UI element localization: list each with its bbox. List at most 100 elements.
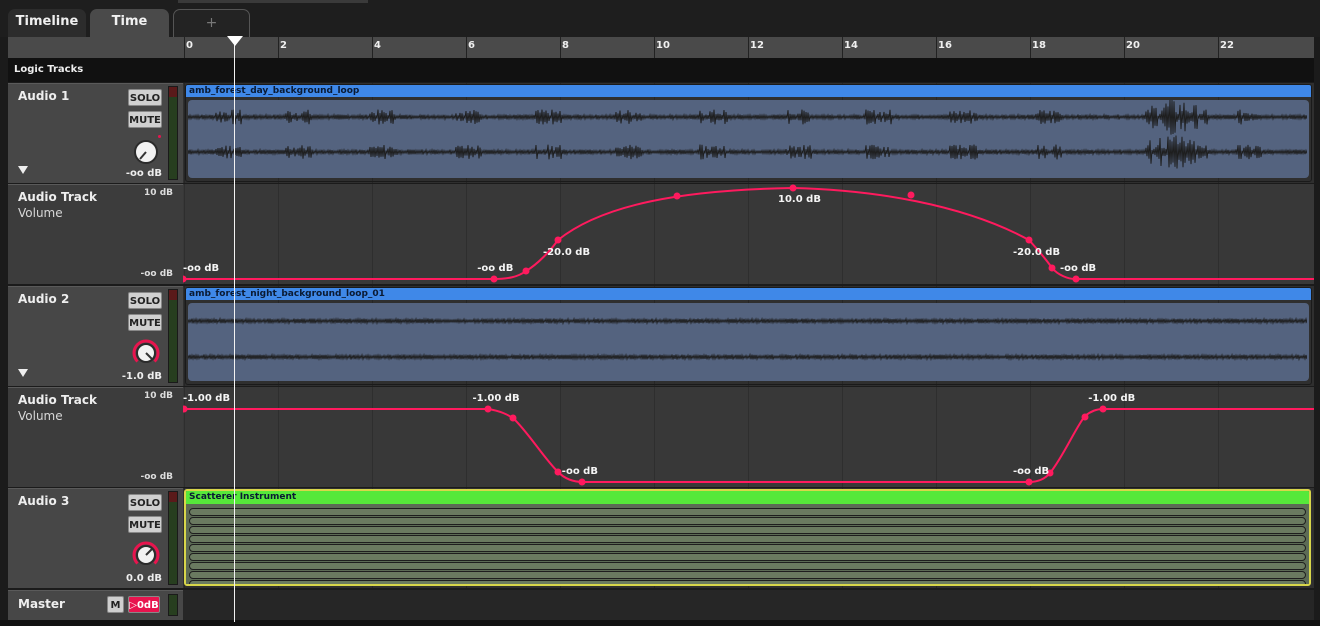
add-tab-button[interactable]: + [173,9,250,37]
instrument-sub-lane [189,535,1306,543]
instrument-sub-lane [189,517,1306,525]
grid-line [372,590,373,620]
playhead-marker-icon[interactable] [227,36,243,46]
instrument-sub-lane [189,526,1306,534]
instrument-clip[interactable]: Scatterer Instrument [184,489,1311,586]
logic-tracks-label: Logic Tracks [14,64,84,75]
mute-button[interactable]: MUTE [128,516,162,533]
ruler-tick-label: 22 [1220,40,1234,51]
automation-name: Audio Track [18,190,97,204]
master-volume-button[interactable]: ▷0dB [128,596,160,613]
instrument-sub-lane [189,580,1306,584]
ruler-tick-label: 4 [374,40,381,51]
instrument-sub-lane [189,508,1306,516]
level-meter [168,86,178,180]
volume-knob[interactable] [132,339,160,367]
ruler-tick-label: 18 [1032,40,1046,51]
automation-lane-audio-2[interactable]: -1.00 dB -1.00 dB -oo dB -oo dB -1.00 dB [183,387,1314,487]
waveform-area [188,100,1309,178]
grid-line [560,590,561,620]
solo-button[interactable]: SOLO [128,292,162,309]
track-lane-audio-2[interactable]: amb_forest_night_background_loop_01 [183,286,1314,386]
playhead-line[interactable] [234,37,235,622]
automation-point-label: -1.00 dB [1088,393,1135,404]
tab-timeline[interactable]: Timeline [8,9,86,37]
solo-button[interactable]: SOLO [128,494,162,511]
ruler-tick [748,37,749,58]
track-name: Audio 1 [18,89,70,103]
automation-header-audio-2[interactable]: Audio Track Volume 10 dB -oo dB [8,387,183,487]
automation-point-label: -oo dB [183,263,219,274]
grid-line [748,590,749,620]
ruler-tick-label: 6 [468,40,475,51]
automation-header-audio-1[interactable]: Audio Track Volume 10 dB -oo dB [8,184,183,284]
automation-min: -oo dB [140,269,173,279]
clip-title: amb_forest_night_background_loop_01 [186,288,1311,300]
ruler-tick [1030,37,1031,58]
track-name: Audio 2 [18,292,70,306]
track-lane-master [183,590,1314,620]
ruler-tick [654,37,655,58]
ruler-tick-label: 0 [186,40,193,51]
grid-line [936,590,937,620]
ruler-tick [278,37,279,58]
grid-line [466,590,467,620]
automation-curve[interactable]: -oo dB -oo dB-20.0 dB10.0 dB-20.0 dB-oo d… [183,184,1314,284]
clip-title: Scatterer Instrument [186,491,1309,504]
audio-clip[interactable]: amb_forest_night_background_loop_01 [185,287,1312,385]
automation-max: 10 dB [144,391,173,401]
mute-button[interactable]: MUTE [128,314,162,331]
volume-knob[interactable] [132,541,160,569]
automation-param: Volume [18,409,63,423]
expand-arrow-icon[interactable] [18,166,28,174]
expand-arrow-icon[interactable] [18,369,28,377]
track-header-audio-3[interactable]: Audio 3 SOLO MUTE 0.0 dB [8,488,183,588]
ruler-tick-label: 10 [656,40,670,51]
ruler-tick-label: 16 [938,40,952,51]
automation-max: 10 dB [144,188,173,198]
automation-point-label: -1.00 dB [183,393,230,404]
time-ruler[interactable]: 0 2 4 6 8 10 12 14 16 18 20 22 [183,37,1314,58]
ruler-corner [8,37,183,58]
grid-line [1218,590,1219,620]
instrument-lanes [186,504,1309,584]
master-mute-button[interactable]: M [107,596,124,613]
ruler-tick-label: 8 [562,40,569,51]
solo-button[interactable]: SOLO [128,89,162,106]
grid-line [654,590,655,620]
tab-time[interactable]: Time [90,9,169,37]
automation-point-label: -oo dB [562,466,598,477]
waveform [188,316,1307,362]
track-lane-audio-3[interactable]: Scatterer Instrument [183,488,1314,588]
automation-curve[interactable]: -1.00 dB -1.00 dB -oo dB -oo dB -1.00 dB [183,387,1314,487]
instrument-sub-lane [189,544,1306,552]
track-header-master[interactable]: Master M ▷0dB [8,590,183,620]
automation-point-label: -1.00 dB [473,393,520,404]
track-header-audio-1[interactable]: Audio 1 SOLO MUTE -oo dB [8,83,183,183]
track-db-value: -1.0 dB [121,371,162,382]
ruler-tick [1218,37,1219,58]
ruler-tick-label: 2 [280,40,287,51]
instrument-sub-lane [189,562,1306,570]
level-meter [168,594,178,616]
level-meter [168,491,178,585]
automation-lane-audio-1[interactable]: -oo dB -oo dB -20.0 dB 10.0 dB -20.0 dB -oo d… [183,184,1314,284]
ruler-tick [1124,37,1125,58]
volume-knob[interactable] [132,138,160,166]
track-db-value: 0.0 dB [126,573,162,584]
track-header-audio-2[interactable]: Audio 2 SOLO MUTE -1.0 dB [8,286,183,386]
mute-button[interactable]: MUTE [128,111,162,128]
ruler-tick-label: 20 [1126,40,1140,51]
audio-clip[interactable]: amb_forest_day_background_loop [185,84,1312,182]
track-name: Audio 3 [18,494,70,508]
instrument-sub-lane [189,553,1306,561]
track-name: Master [18,597,65,611]
automation-name: Audio Track [18,393,97,407]
level-meter [168,289,178,383]
automation-point-label: -20.0 dB [543,247,590,258]
automation-param: Volume [18,206,63,220]
track-lane-audio-1[interactable]: amb_forest_day_background_loop [183,83,1314,183]
automation-point-label: -oo dB [1060,263,1096,274]
top-scroll-strip[interactable] [178,0,368,3]
knob-indicator-dot [158,135,161,138]
